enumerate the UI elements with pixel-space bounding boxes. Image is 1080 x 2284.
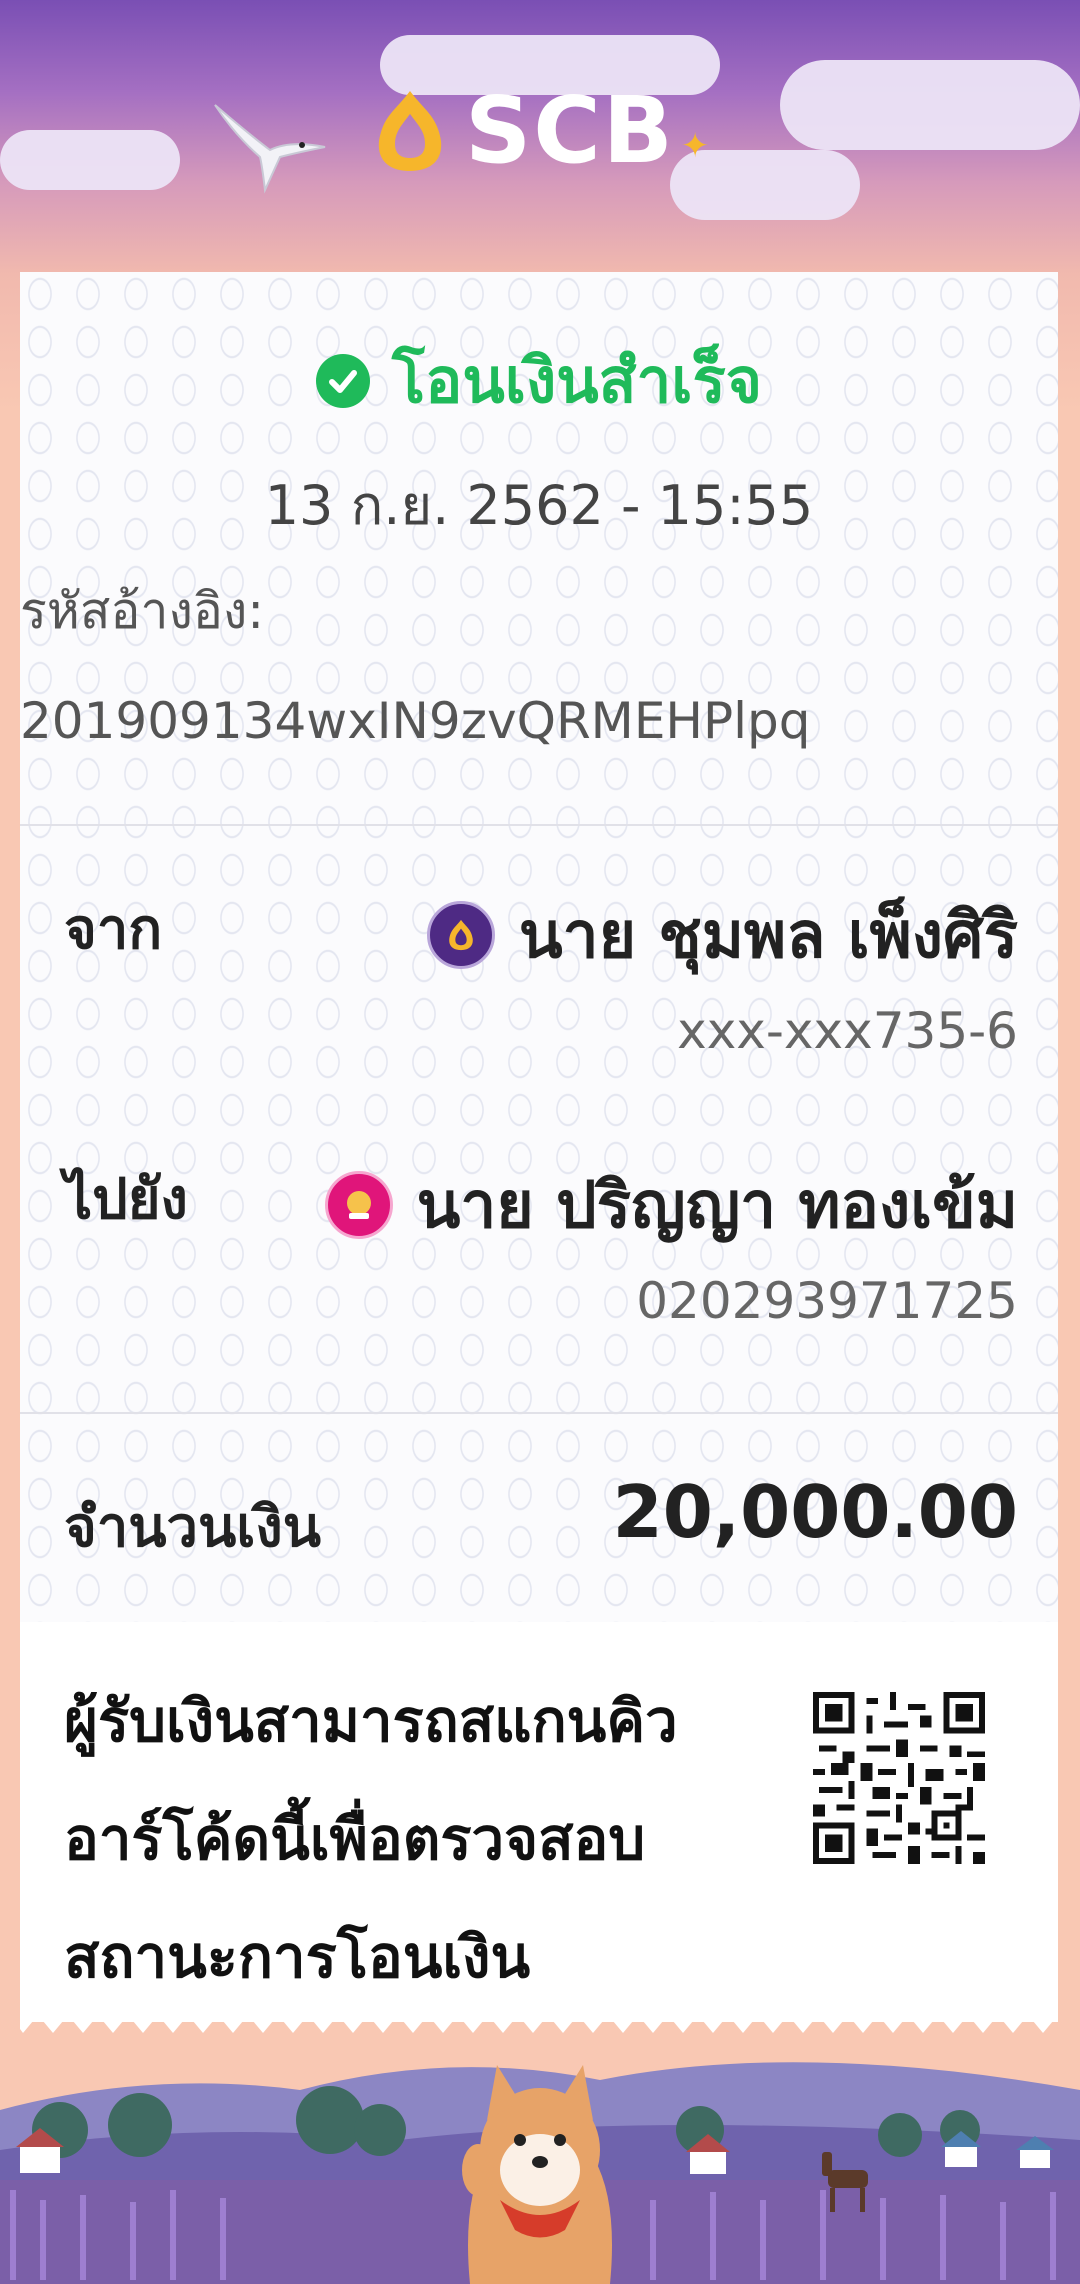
cloud-decoration <box>780 60 1080 150</box>
from-account-number: xxx-xxx735-6 <box>677 1002 1018 1060</box>
divider <box>20 824 1058 826</box>
verification-qr-code[interactable] <box>813 1692 985 1864</box>
gsb-bank-icon <box>324 1171 393 1239</box>
reference-value: 201909134wxIN9zvQRMEHPlpq <box>20 692 811 750</box>
cloud-decoration <box>0 130 180 190</box>
to-account-number: 020293971725 <box>636 1272 1018 1330</box>
to-label: ไปยัง <box>64 1167 188 1232</box>
to-name: นาย ปริญญา ทองเข้ม <box>416 1169 1018 1243</box>
amount-label: จำนวนเงิน <box>64 1495 322 1560</box>
transfer-receipt: โอนเงินสำเร็จ 13 ก.ย. 2562 - 15:55 รหัสอ… <box>20 272 1058 2022</box>
amount-value: 20,000.00 <box>612 1470 1018 1554</box>
qr-instruction-line: อาร์โค้ดนี้เพื่อตรวจสอบ <box>64 1805 646 1873</box>
qr-instruction: ผู้รับเงินสามารถสแกนคิว อาร์โค้ดนี้เพื่อ… <box>64 1662 764 2016</box>
from-name: นาย ชุมพล เพ็งศิริ <box>518 899 1018 973</box>
to-account-holder: นาย ปริญญา ทองเข้ม <box>324 1154 1018 1256</box>
reference-label: รหัสอ้างอิง: <box>20 582 265 640</box>
scb-logo: SCB ✦ <box>365 85 709 177</box>
qr-instruction-line: ผู้รับเงินสามารถสแกนคิว <box>64 1687 678 1755</box>
status-text: โอนเงินสำเร็จ <box>391 344 763 417</box>
scb-logo-icon <box>378 91 442 171</box>
sparkle-icon: ✦ <box>680 126 710 166</box>
from-account-holder: นาย ชุมพล เพ็งศิริ <box>426 884 1018 986</box>
header-banner: SCB ✦ <box>0 0 1080 270</box>
transfer-status: โอนเงินสำเร็จ <box>20 332 1058 430</box>
check-circle-icon <box>315 354 370 408</box>
divider <box>20 1412 1058 1414</box>
brand-name: SCB <box>465 77 675 184</box>
lavender-field-scenery <box>0 2062 1080 2284</box>
from-label: จาก <box>64 897 163 962</box>
scb-bank-icon <box>426 901 495 969</box>
bird-icon <box>214 104 326 194</box>
transfer-datetime: 13 ก.ย. 2562 - 15:55 <box>264 474 814 537</box>
qr-instruction-line: สถานะการโอนเงิน <box>64 1923 531 1991</box>
